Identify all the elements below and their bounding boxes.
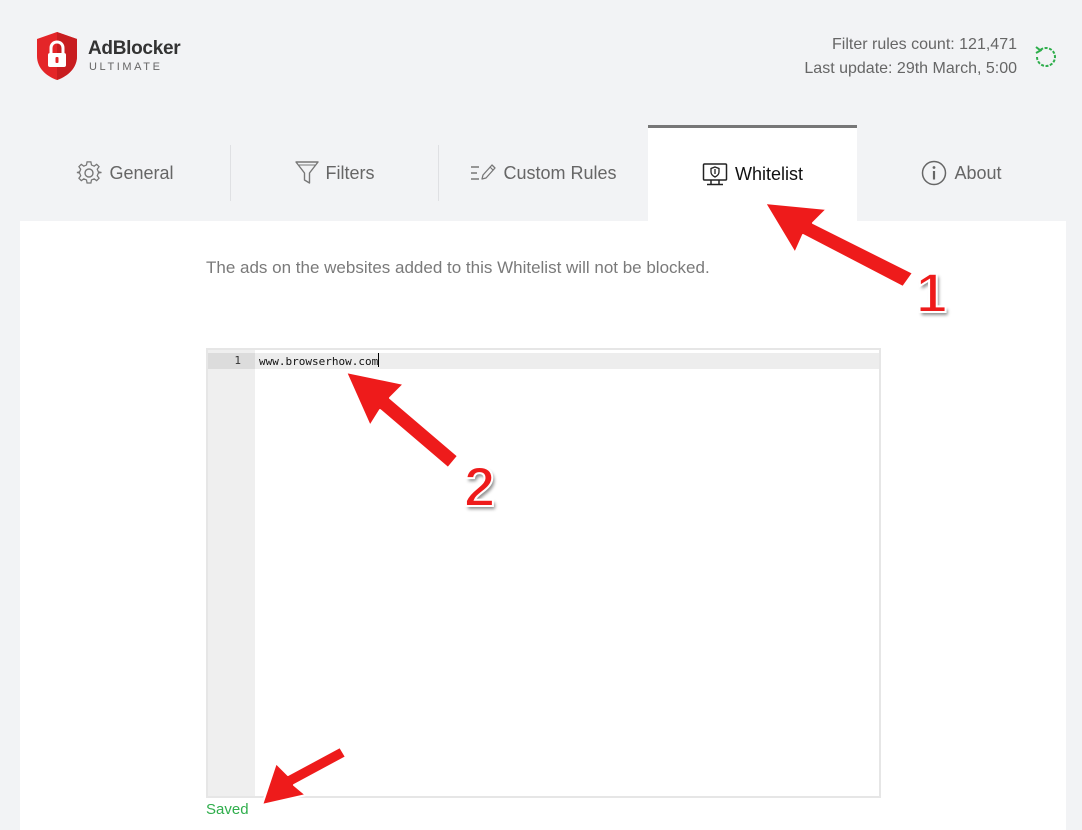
refresh-icon[interactable] — [1031, 42, 1061, 72]
whitelist-editor[interactable]: 1 www.browserhow.com — [206, 348, 881, 798]
last-update: Last update: 29th March, 5:00 — [804, 60, 1017, 77]
line-number: 1 — [208, 353, 255, 369]
whitelist-description: The ads on the websites added to this Wh… — [206, 258, 710, 277]
saved-status: Saved — [206, 801, 249, 818]
editor-line[interactable]: www.browserhow.com — [259, 353, 380, 369]
tab-label: Whitelist — [734, 164, 803, 184]
tab-label: Custom Rules — [503, 162, 617, 183]
tab-general[interactable]: General — [20, 125, 230, 221]
app-subtitle: ULTIMATE — [89, 61, 163, 73]
monitor-shield-icon — [702, 162, 728, 188]
list-edit-icon — [470, 161, 497, 185]
app-name: AdBlocker — [88, 38, 181, 59]
tab-filters[interactable]: Filters — [231, 125, 438, 221]
line-content: www.browserhow.com — [259, 355, 379, 368]
filter-status: Filter rules count: 121,471 Last update:… — [804, 33, 1017, 81]
annotation-label-1: 1 — [915, 260, 948, 325]
annotation-label-2: 2 — [463, 454, 496, 519]
tab-custom-rules[interactable]: Custom Rules — [439, 125, 648, 221]
tab-label: General — [109, 162, 174, 183]
shield-lock-icon — [37, 32, 77, 80]
filter-funnel-icon — [294, 160, 319, 186]
gear-icon — [76, 160, 103, 186]
tab-label: Filters — [325, 162, 375, 183]
tab-label: About — [954, 162, 1002, 183]
info-icon — [921, 160, 947, 186]
annotation-arrow-3 — [261, 746, 347, 806]
filter-rules-count: Filter rules count: 121,471 — [832, 36, 1017, 53]
text-cursor — [378, 353, 380, 367]
annotation-arrow-2 — [345, 371, 459, 469]
editor-gutter — [208, 350, 255, 796]
annotation-arrow-1 — [764, 202, 914, 288]
app-logo: AdBlocker ULTIMATE — [34, 30, 194, 82]
